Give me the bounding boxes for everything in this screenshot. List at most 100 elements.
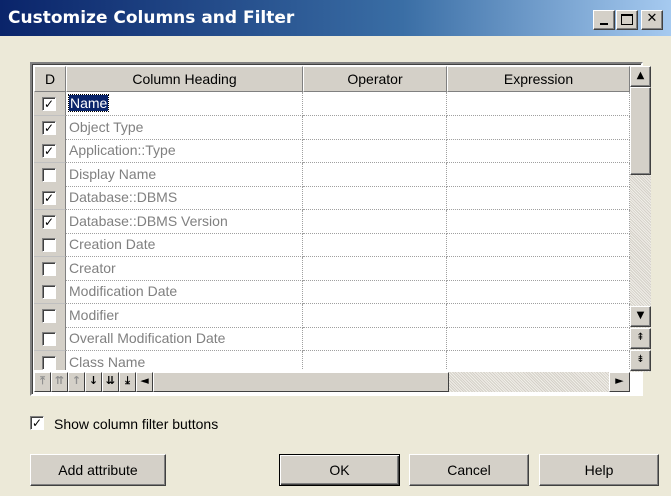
table-row[interactable]: ✓ Name xyxy=(34,92,630,116)
display-cell: ✓ xyxy=(34,186,66,210)
column-heading-cell[interactable]: Modifier xyxy=(66,303,303,328)
move-down-button[interactable]: ↓ xyxy=(85,372,102,392)
show-filter-label: Show column filter buttons xyxy=(54,416,219,432)
operator-cell[interactable] xyxy=(303,233,447,257)
display-cell xyxy=(34,327,66,351)
scroll-down-button[interactable]: ▼ xyxy=(630,306,651,327)
table-row[interactable]: Display Name xyxy=(34,162,630,187)
expression-cell[interactable] xyxy=(447,327,630,351)
table-row[interactable]: Modifier xyxy=(34,303,630,328)
operator-cell[interactable] xyxy=(303,327,447,351)
help-button[interactable]: Help xyxy=(539,454,659,486)
display-cell xyxy=(34,256,66,281)
operator-cell[interactable] xyxy=(303,92,447,116)
column-heading-text: Display Name xyxy=(69,165,157,182)
display-checkbox[interactable] xyxy=(42,238,56,252)
expression-cell[interactable] xyxy=(447,233,630,257)
column-heading-cell[interactable]: Database::DBMS Version xyxy=(66,209,303,234)
scroll-right-button[interactable]: ► xyxy=(609,372,630,392)
expression-cell[interactable] xyxy=(447,115,630,140)
table-row[interactable]: ✓ Application::Type xyxy=(34,139,630,163)
display-checkbox[interactable]: ✓ xyxy=(42,144,56,158)
expression-cell[interactable] xyxy=(447,280,630,304)
expression-cell[interactable] xyxy=(447,303,630,328)
columns-grid[interactable]: D Column Heading Operator Expression ✓ Na… xyxy=(30,62,651,396)
expression-cell[interactable] xyxy=(447,350,630,370)
header-operator[interactable]: Operator xyxy=(303,66,447,92)
column-heading-cell[interactable]: Creator xyxy=(66,256,303,281)
table-row[interactable]: ✓ Database::DBMS xyxy=(34,186,630,210)
expression-cell[interactable] xyxy=(447,186,630,210)
operator-cell[interactable] xyxy=(303,209,447,234)
minimize-button[interactable] xyxy=(593,10,615,30)
display-checkbox[interactable] xyxy=(42,261,56,276)
operator-cell[interactable] xyxy=(303,303,447,328)
close-button[interactable]: ✕ xyxy=(641,10,663,30)
column-heading-cell[interactable]: Class Name xyxy=(66,350,303,370)
ok-button[interactable]: OK xyxy=(279,454,400,486)
column-heading-text: Object Type xyxy=(69,118,144,135)
column-heading-cell[interactable]: Creation Date xyxy=(66,233,303,257)
display-checkbox[interactable]: ✓ xyxy=(42,120,56,135)
column-heading-cell[interactable]: Object Type xyxy=(66,115,303,140)
scroll-left-button[interactable]: ◄ xyxy=(136,372,153,392)
table-row[interactable]: Overall Modification Date xyxy=(34,327,630,351)
display-checkbox[interactable] xyxy=(42,167,56,182)
operator-cell[interactable] xyxy=(303,115,447,140)
operator-cell[interactable] xyxy=(303,162,447,187)
maximize-button[interactable] xyxy=(616,10,638,30)
cancel-button[interactable]: Cancel xyxy=(409,454,529,486)
header-d[interactable]: D xyxy=(34,66,66,92)
show-filter-checkbox[interactable]: ✓ xyxy=(30,416,44,430)
header-column-heading[interactable]: Column Heading xyxy=(66,66,303,92)
horizontal-scroll-track[interactable] xyxy=(449,372,609,392)
column-heading-cell[interactable]: Name xyxy=(66,92,303,116)
move-page-up-button[interactable]: ⇈ xyxy=(51,372,68,392)
expression-cell[interactable] xyxy=(447,139,630,163)
column-heading-cell[interactable]: Application::Type xyxy=(66,139,303,163)
operator-cell[interactable] xyxy=(303,186,447,210)
expression-cell[interactable] xyxy=(447,162,630,187)
scroll-up-icon: ▲ xyxy=(636,70,645,81)
display-checkbox[interactable]: ✓ xyxy=(42,191,56,205)
header-expression[interactable]: Expression xyxy=(447,66,630,92)
column-heading-cell[interactable]: Database::DBMS xyxy=(66,186,303,210)
move-up-button[interactable]: ↑ xyxy=(68,372,85,392)
column-heading-text: Name xyxy=(67,94,110,112)
display-checkbox[interactable] xyxy=(42,332,56,346)
display-checkbox[interactable]: ✓ xyxy=(42,214,56,229)
table-row[interactable]: ✓ Object Type xyxy=(34,115,630,140)
move-top-button[interactable]: ⤒ xyxy=(34,372,51,392)
table-row[interactable]: Modification Date xyxy=(34,280,630,304)
expression-cell[interactable] xyxy=(447,209,630,234)
move-bottom-button[interactable]: ⤓ xyxy=(119,372,136,392)
expression-cell[interactable] xyxy=(447,256,630,281)
vertical-scroll-thumb[interactable] xyxy=(630,87,651,175)
display-checkbox[interactable]: ✓ xyxy=(42,97,56,111)
expression-cell[interactable] xyxy=(447,92,630,116)
display-checkbox[interactable] xyxy=(42,308,56,323)
move-page-down-button[interactable]: ⇊ xyxy=(102,372,119,392)
table-row[interactable]: Creation Date xyxy=(34,233,630,257)
column-heading-cell[interactable]: Display Name xyxy=(66,162,303,187)
scroll-down-icon: ▼ xyxy=(636,310,645,321)
operator-cell[interactable] xyxy=(303,139,447,163)
page-down-button[interactable]: ⇟ xyxy=(630,350,651,371)
horizontal-scroll-thumb[interactable] xyxy=(153,372,449,392)
table-row[interactable]: Creator xyxy=(34,256,630,281)
column-heading-cell[interactable]: Modification Date xyxy=(66,280,303,304)
display-checkbox[interactable] xyxy=(42,285,56,299)
operator-cell[interactable] xyxy=(303,256,447,281)
display-checkbox[interactable] xyxy=(42,355,56,370)
operator-cell[interactable] xyxy=(303,350,447,370)
add-attribute-button[interactable]: Add attribute xyxy=(30,454,166,486)
table-row[interactable]: Class Name xyxy=(34,350,630,370)
column-heading-cell[interactable]: Overall Modification Date xyxy=(66,327,303,351)
operator-cell[interactable] xyxy=(303,280,447,304)
scroll-up-button[interactable]: ▲ xyxy=(630,66,651,87)
vertical-scrollbar[interactable]: ▲ ▼ ⇞ ⇟ xyxy=(630,66,651,372)
column-heading-text: Creation Date xyxy=(69,236,156,252)
table-row[interactable]: ✓ Database::DBMS Version xyxy=(34,209,630,234)
page-up-button[interactable]: ⇞ xyxy=(630,328,651,349)
title-bar[interactable]: Customize Columns and Filter ✕ xyxy=(0,0,671,36)
